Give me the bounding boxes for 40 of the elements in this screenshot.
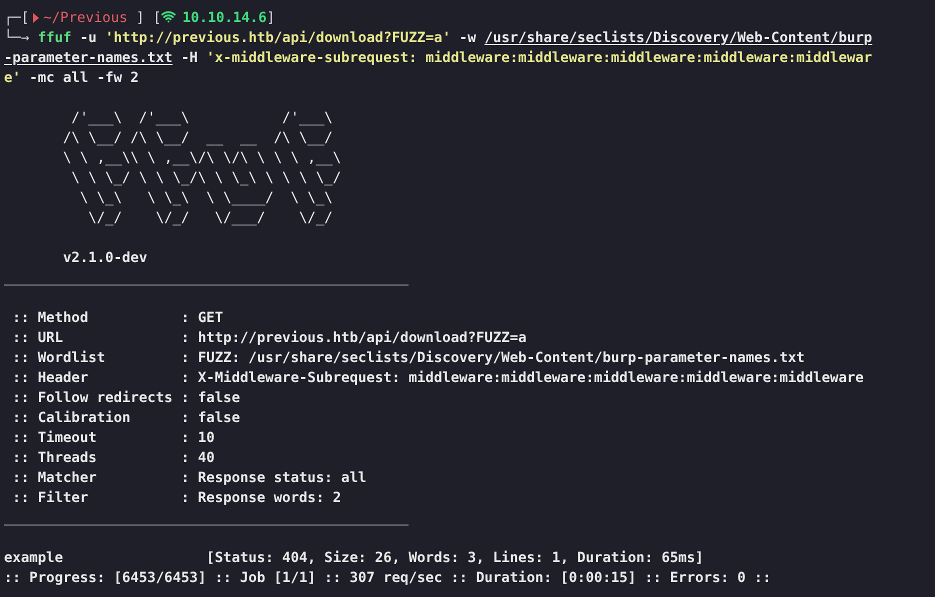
file-path: -parameter-names.txt [4, 50, 173, 66]
result-line: example [Status: 404, Size: 26, Words: 3, Lines: 1, Duration: 65ms] [4, 550, 704, 566]
ascii-banner-line: \ \_\ \ \_\ \ \____/ \ \_\ [78, 190, 333, 206]
ascii-banner-line: \/_/ \/_/ \/___/ \/_/ [87, 210, 333, 226]
config-line: :: Filter : Response words: 2 [11, 490, 342, 506]
command-argument: -u [78, 30, 98, 46]
config-line: :: Calibration : false [11, 410, 240, 426]
config-line: :: Header : X-Middleware-Subrequest: middleware:middleware:middleware:middleware:middleware [11, 370, 864, 386]
command-argument: -mc all -fw 2 [28, 70, 139, 86]
prompt-corner: ┌─[ [4, 10, 30, 26]
command-argument: -H [180, 50, 199, 66]
prompt-arrow: └─→ [4, 30, 30, 46]
version-text: v2.1.0-dev [62, 250, 148, 266]
ascii-banner-line: /'___\ /'___\ /'___\ [70, 110, 333, 126]
config-line: :: Method : GET [11, 310, 224, 326]
progress-line: :: Progress: [6453/6453] :: Job [1/1] :: 307 req/sec :: Duration: [0:00:15] :: Errors: 0 :: [4, 570, 772, 586]
config-line: :: Matcher : Response status: all [11, 470, 366, 486]
ascii-banner-line: \ \ \_/ \ \ \_/\ \ \_\ \ \ \ \_/ [70, 170, 342, 186]
command-name: ffuf [38, 30, 72, 46]
current-directory: ~/Previous [43, 10, 128, 26]
command-argument: -w [458, 30, 478, 46]
prompt-bracket: ] [266, 10, 276, 26]
config-line: :: Timeout : 10 [11, 430, 215, 446]
ip-address: 10.10.14.6 [182, 10, 267, 26]
config-line: :: Follow redirects : false [11, 390, 240, 406]
separator-line: ________________________________________________ [4, 270, 409, 286]
config-line: :: URL : http://previous.htb/api/download?FUZZ=a [11, 330, 527, 346]
folder-marker-icon [32, 13, 40, 23]
quoted-string: 'x-middleware-subrequest: middleware:middleware:middleware:middleware:middlewar [206, 50, 872, 66]
config-line: :: Threads : 40 [11, 450, 215, 466]
quoted-string: 'http://previous.htb/api/download?FUZZ=a' [105, 30, 451, 46]
ascii-banner-line: \ \ ,__\\ \ ,__\/\ \/\ \ \ \ ,__\ [62, 150, 342, 166]
quoted-string: e' [4, 70, 21, 86]
prompt-bracket: [ [152, 10, 162, 26]
wifi-icon [161, 9, 176, 24]
separator-line: ________________________________________________ [4, 510, 409, 526]
prompt-bracket: ] [136, 10, 144, 26]
config-line: :: Wordlist : FUZZ: /usr/share/seclists/Discovery/Web-Content/burp-parameter-names.txt [11, 350, 805, 366]
ascii-banner-line: /\ \__/ /\ \__/ __ __ /\ \__/ [62, 130, 333, 146]
file-path: /usr/share/seclists/Discovery/Web-Content/burp [484, 30, 872, 46]
